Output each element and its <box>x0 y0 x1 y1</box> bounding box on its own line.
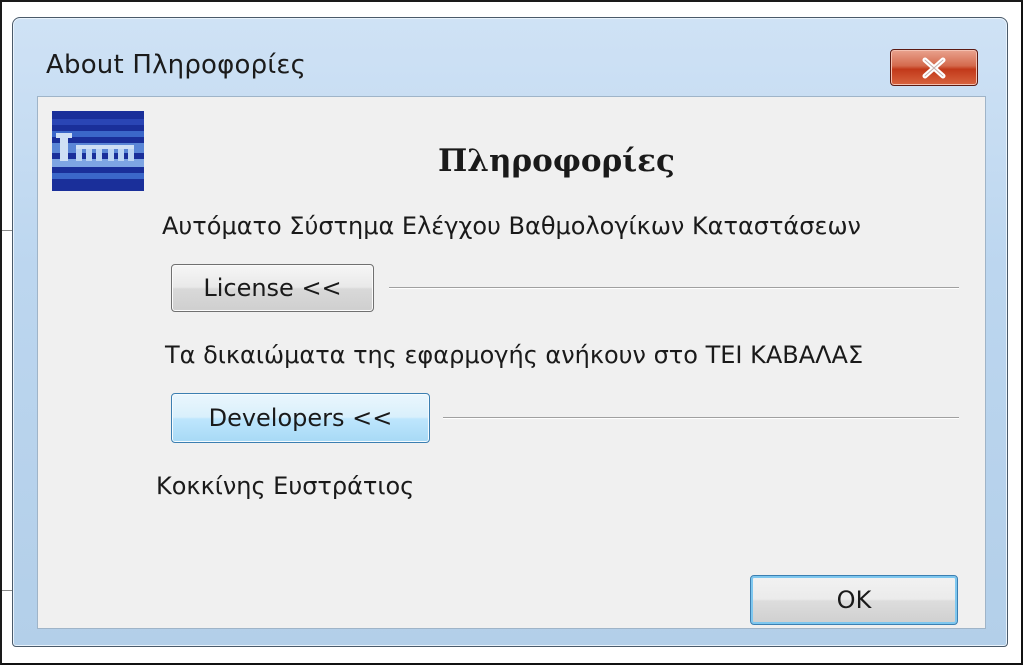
screen: About Πληροφορίες Πληροφορίες Αυτόματο Σ… <box>0 0 1023 665</box>
screenshot-border <box>0 0 1023 665</box>
